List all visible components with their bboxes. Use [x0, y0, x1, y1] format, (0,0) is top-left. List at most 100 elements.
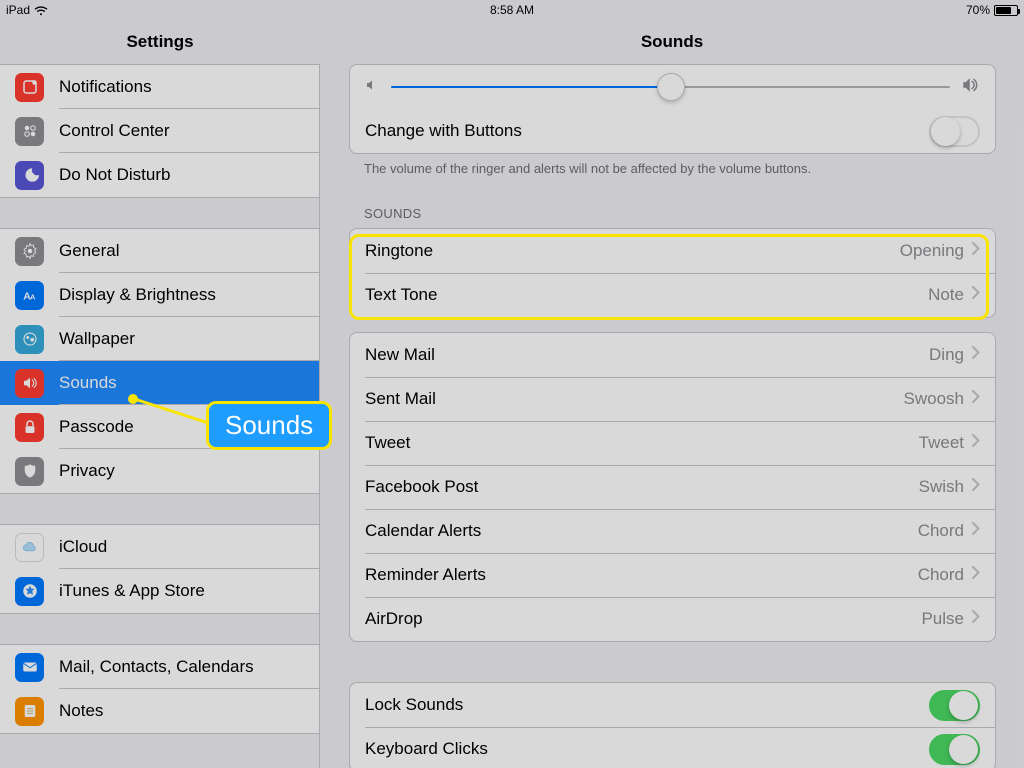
volume-thumb[interactable] — [657, 73, 685, 101]
toggle-label: Keyboard Clicks — [365, 739, 488, 759]
clock: 8:58 AM — [490, 3, 534, 17]
display-icon: AA — [15, 281, 44, 310]
right-column-title: Sounds — [320, 20, 1024, 64]
sound-row-calendar-alerts[interactable]: Calendar Alerts Chord — [350, 509, 995, 553]
sidebar-group: iCloud iTunes & App Store — [0, 524, 319, 614]
mail-icon — [15, 653, 44, 682]
sound-selection-card: New MailDingSent MailSwooshTweetTweetFac… — [349, 332, 996, 642]
chevron-right-icon — [972, 434, 980, 452]
sound-row-label: AirDrop — [365, 609, 423, 629]
chevron-right-icon — [972, 390, 980, 408]
sidebar-item-control-center[interactable]: Control Center — [0, 109, 319, 153]
sidebar-item-label: Sounds — [59, 373, 117, 393]
volume-fill — [391, 86, 671, 88]
sidebar-item-label: iCloud — [59, 537, 107, 557]
sidebar-item-label: Mail, Contacts, Calendars — [59, 657, 254, 677]
sound-row-value: Swoosh — [904, 389, 972, 409]
status-bar: iPad 8:58 AM 70% — [0, 0, 1024, 20]
sound-row-value: Swish — [919, 477, 972, 497]
sidebar-item-notifications[interactable]: Notifications — [0, 65, 319, 109]
sidebar-group: General AA Display & Brightness Wallpaper So… — [0, 228, 319, 494]
appstore-icon — [15, 577, 44, 606]
sidebar-item-itunes-app-store[interactable]: iTunes & App Store — [0, 569, 319, 613]
volume-caption: The volume of the ringer and alerts will… — [364, 161, 981, 176]
sound-row-value: Opening — [900, 241, 972, 261]
wifi-icon — [34, 5, 48, 15]
icloud-icon — [15, 533, 44, 562]
sidebar-item-display-brightness[interactable]: AA Display & Brightness — [0, 273, 319, 317]
sidebar-item-sounds[interactable]: Sounds — [0, 361, 319, 405]
notes-icon — [15, 697, 44, 726]
sound-row-value: Note — [928, 285, 972, 305]
sound-row-label: Calendar Alerts — [365, 521, 481, 541]
screen: iPad 8:58 AM 70% Settings Sounds Notific… — [0, 0, 1024, 768]
chevron-right-icon — [972, 242, 980, 260]
sound-row-value: Chord — [918, 565, 972, 585]
chevron-right-icon — [972, 346, 980, 364]
speaker-low-icon — [365, 78, 379, 97]
battery-icon — [994, 5, 1018, 16]
sound-row-label: Tweet — [365, 433, 410, 453]
toggle-row-keyboard-clicks[interactable]: Keyboard Clicks — [350, 727, 995, 768]
sound-row-text-tone[interactable]: Text ToneNote — [350, 273, 995, 317]
sidebar-item-label: Do Not Disturb — [59, 165, 170, 185]
sidebar-item-passcode[interactable]: Passcode — [0, 405, 319, 449]
control-center-icon — [15, 117, 44, 146]
sidebar-item-wallpaper[interactable]: Wallpaper — [0, 317, 319, 361]
sound-row-ringtone[interactable]: Ringtone Opening — [350, 229, 995, 273]
sidebar-item-label: Privacy — [59, 461, 115, 481]
chevron-right-icon — [972, 478, 980, 496]
change-with-buttons-toggle[interactable] — [929, 116, 980, 147]
wallpaper-icon — [15, 325, 44, 354]
battery-percent: 70% — [966, 3, 990, 17]
sidebar-item-privacy[interactable]: Privacy — [0, 449, 319, 493]
sidebar-item-label: Notifications — [59, 77, 152, 97]
left-column-title: Settings — [0, 20, 320, 64]
sidebar-group: Mail, Contacts, Calendars Notes — [0, 644, 319, 734]
sidebar-item-label: Display & Brightness — [59, 285, 216, 305]
sidebar-group: Notifications Control Center Do Not Distur… — [0, 64, 319, 198]
change-with-buttons-row[interactable]: Change with Buttons — [350, 109, 995, 153]
sidebar-item-label: Control Center — [59, 121, 170, 141]
sidebar-item-do-not-disturb[interactable]: Do Not Disturb — [0, 153, 319, 197]
sound-row-value: Chord — [918, 521, 972, 541]
sounds-section-label: SOUNDS — [364, 206, 981, 221]
change-with-buttons-label: Change with Buttons — [365, 121, 522, 141]
sound-row-airdrop[interactable]: AirDrop Pulse — [350, 597, 995, 641]
sound-row-tweet[interactable]: TweetTweet — [350, 421, 995, 465]
notifications-icon — [15, 73, 44, 102]
sidebar-item-general[interactable]: General — [0, 229, 319, 273]
sound-row-label: New Mail — [365, 345, 435, 365]
sound-row-value: Pulse — [921, 609, 972, 629]
volume-slider[interactable] — [350, 65, 995, 109]
sidebar-item-icloud[interactable]: iCloud — [0, 525, 319, 569]
toggle-switch[interactable] — [929, 690, 980, 721]
chevron-right-icon — [972, 286, 980, 304]
toggle-label: Lock Sounds — [365, 695, 463, 715]
toggle-switch[interactable] — [929, 734, 980, 765]
sound-row-sent-mail[interactable]: Sent Mail Swoosh — [350, 377, 995, 421]
sound-row-label: Ringtone — [365, 241, 433, 261]
sound-row-new-mail[interactable]: New Mail Ding — [350, 333, 995, 377]
ringer-volume-card: Change with Buttons — [349, 64, 996, 154]
sound-row-facebook-post[interactable]: Facebook Post Swish — [350, 465, 995, 509]
toggle-row-lock-sounds[interactable]: Lock Sounds — [350, 683, 995, 727]
sidebar-item-mail-contacts-calendars[interactable]: Mail, Contacts, Calendars — [0, 645, 319, 689]
sound-row-label: Facebook Post — [365, 477, 478, 497]
sound-row-label: Sent Mail — [365, 389, 436, 409]
sounds-panel: Change with Buttons The volume of the ri… — [321, 64, 1024, 768]
sound-row-value: Ding — [929, 345, 972, 365]
chevron-right-icon — [972, 610, 980, 628]
sounds-icon — [15, 369, 44, 398]
volume-track[interactable] — [391, 86, 950, 88]
sidebar-item-notes[interactable]: Notes — [0, 689, 319, 733]
sound-toggles-card: Lock Sounds Keyboard Clicks — [349, 682, 996, 768]
privacy-icon — [15, 457, 44, 486]
chevron-right-icon — [972, 566, 980, 584]
dnd-icon — [15, 161, 44, 190]
speaker-high-icon — [962, 77, 980, 98]
sound-row-reminder-alerts[interactable]: Reminder AlertsChord — [350, 553, 995, 597]
sound-selection-card-highlighted: Ringtone Opening Text ToneNote — [349, 228, 996, 318]
battery-fill — [996, 7, 1011, 14]
sidebar-item-label: iTunes & App Store — [59, 581, 205, 601]
